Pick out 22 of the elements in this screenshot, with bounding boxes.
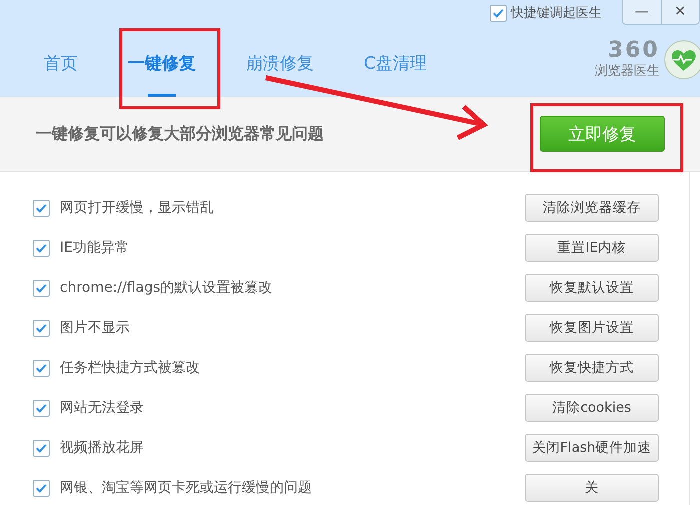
issue-label: 网站无法登录 — [60, 399, 145, 417]
fix-button[interactable]: 清除浏览器缓存 — [525, 194, 659, 222]
issue-label: chrome://flags的默认设置被篡改 — [60, 279, 274, 297]
minimize-button[interactable]: — — [623, 0, 661, 24]
issue-label: 视频播放花屏 — [60, 439, 145, 457]
fix-button[interactable]: 恢复图片设置 — [525, 314, 659, 342]
issue-label: 网页打开缓慢，显示错乱 — [60, 199, 215, 217]
fix-button[interactable]: 恢复快捷方式 — [525, 354, 659, 382]
logo-number: 360 — [608, 40, 660, 62]
issue-label: 网银、淘宝等网页卡死或运行缓慢的问题 — [60, 479, 313, 497]
banner-text: 一键修复可以修复大部分浏览器常见问题 — [36, 124, 324, 144]
fix-button[interactable]: 恢复默认设置 — [525, 274, 659, 302]
fix-button[interactable]: 清除cookies — [525, 394, 659, 422]
close-button[interactable]: ✕ — [661, 0, 699, 24]
issue-label: IE功能异常 — [60, 239, 130, 257]
hotkey-label: 快捷键调起医生 — [511, 5, 602, 22]
fix-button[interactable]: 重置IE内核 — [525, 234, 659, 262]
issue-label: 任务栏快捷方式被篡改 — [60, 359, 201, 377]
logo-name: 浏览器医生 — [595, 63, 660, 80]
fix-button[interactable]: 关 — [525, 474, 659, 502]
fix-button[interactable]: 关闭Flash硬件加速 — [525, 434, 659, 462]
issue-label: 图片不显示 — [60, 319, 131, 337]
